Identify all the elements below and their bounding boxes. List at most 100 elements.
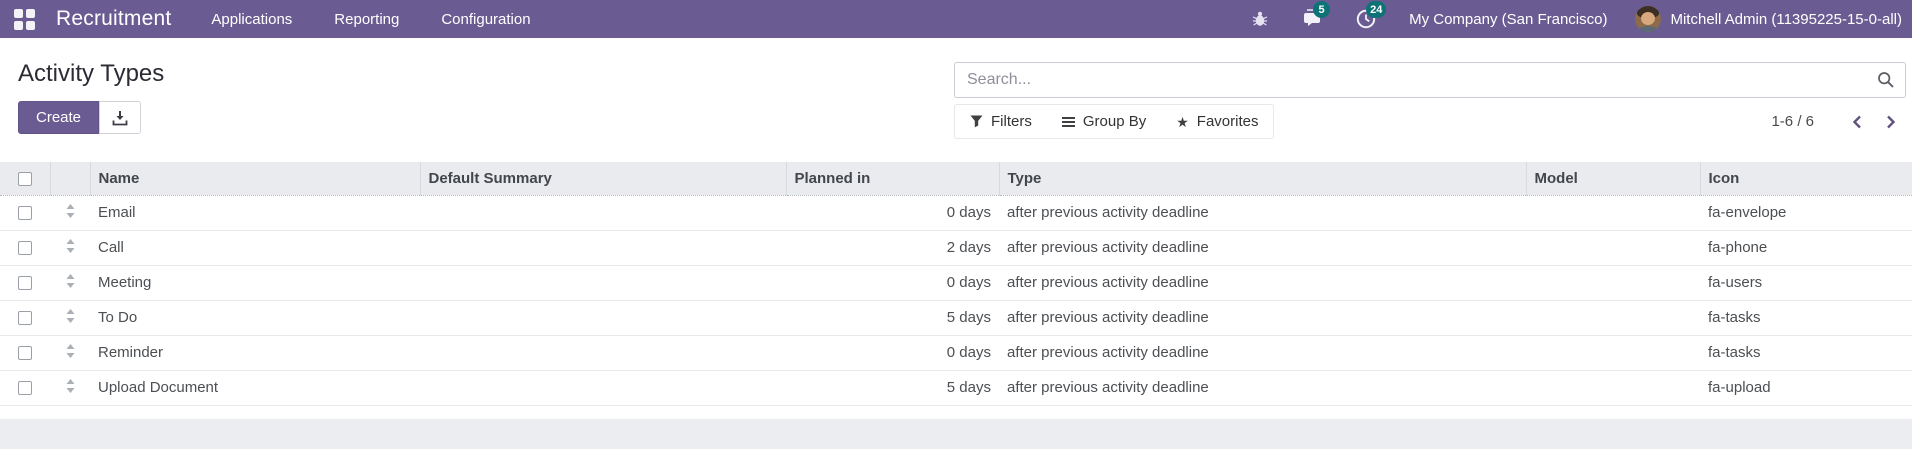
handle-column-header: [49, 162, 90, 196]
column-header-default-summary[interactable]: Default Summary: [419, 162, 786, 196]
cell-name[interactable]: Upload Document: [90, 370, 420, 406]
cell-model[interactable]: [1526, 370, 1700, 406]
cell-default-summary[interactable]: [420, 230, 786, 266]
menu-configuration[interactable]: Configuration: [441, 11, 530, 28]
search-icon[interactable]: [1877, 71, 1895, 89]
cell-type[interactable]: after previous activity deadline: [999, 335, 1526, 371]
pager: 1-6 / 6: [1771, 107, 1906, 137]
table-header-row: Name Default Summary Planned in Type Mod…: [0, 162, 1912, 196]
favorites-button[interactable]: ★ Favorites: [1161, 105, 1273, 138]
cell-name[interactable]: Meeting: [90, 265, 420, 301]
cell-icon[interactable]: fa-envelope: [1700, 195, 1912, 231]
drag-handle-icon[interactable]: [66, 203, 75, 218]
cell-name[interactable]: Email: [90, 195, 420, 231]
select-all-checkbox[interactable]: [17, 171, 32, 186]
column-header-name[interactable]: Name: [89, 162, 420, 196]
export-button[interactable]: [99, 101, 142, 134]
row-checkbox[interactable]: [18, 206, 32, 221]
cell-default-summary[interactable]: [420, 335, 786, 371]
apps-menu-icon[interactable]: [14, 8, 35, 30]
table-row[interactable]: Email 0 days after previous activity dea…: [0, 195, 1912, 231]
cell-model[interactable]: [1526, 230, 1700, 266]
search-input[interactable]: [967, 71, 1877, 89]
cell-name[interactable]: Call: [90, 230, 420, 266]
cell-planned-in[interactable]: 5 days: [786, 300, 999, 336]
filters-button[interactable]: Filters: [955, 105, 1047, 138]
row-checkbox[interactable]: [18, 276, 32, 291]
cell-planned-in[interactable]: 2 days: [786, 230, 999, 266]
cell-planned-in[interactable]: 0 days: [786, 195, 999, 231]
table-row[interactable]: Reminder 0 days after previous activity …: [0, 335, 1912, 371]
content-footer: [0, 418, 1912, 449]
table-row[interactable]: To Do 5 days after previous activity dea…: [0, 300, 1912, 336]
page-title: Activity Types: [18, 60, 165, 87]
cell-name[interactable]: To Do: [90, 300, 420, 336]
cell-icon[interactable]: fa-users: [1700, 265, 1912, 301]
pager-range: 1-6 / 6: [1771, 113, 1814, 130]
create-button[interactable]: Create: [18, 101, 100, 134]
cell-planned-in[interactable]: 5 days: [786, 370, 999, 406]
table-row[interactable]: Call 2 days after previous activity dead…: [0, 230, 1912, 266]
company-switcher[interactable]: My Company (San Francisco): [1409, 11, 1607, 28]
search-options: Filters Group By ★ Favorites: [954, 104, 1275, 139]
group-by-button[interactable]: Group By: [1047, 105, 1161, 138]
column-header-icon[interactable]: Icon: [1699, 162, 1912, 196]
cell-icon[interactable]: fa-tasks: [1700, 300, 1912, 336]
cell-default-summary[interactable]: [420, 265, 786, 301]
messages-count-badge: 5: [1313, 1, 1331, 18]
column-header-planned-in[interactable]: Planned in: [785, 162, 999, 196]
user-name: Mitchell Admin (11395225-15-0-all): [1670, 10, 1902, 28]
debug-bug-icon[interactable]: [1247, 6, 1273, 32]
table-row[interactable]: Upload Document 5 days after previous ac…: [0, 370, 1912, 406]
cell-icon[interactable]: fa-phone: [1700, 230, 1912, 266]
cell-model[interactable]: [1526, 300, 1700, 336]
pager-previous-button[interactable]: [1842, 107, 1872, 137]
search-bar[interactable]: [954, 62, 1906, 98]
app-name[interactable]: Recruitment: [56, 7, 171, 31]
cell-default-summary[interactable]: [420, 370, 786, 406]
cell-icon[interactable]: fa-upload: [1700, 370, 1912, 406]
cell-type[interactable]: after previous activity deadline: [999, 370, 1526, 406]
cell-model[interactable]: [1526, 265, 1700, 301]
content-spacer: [0, 405, 1912, 419]
cell-planned-in[interactable]: 0 days: [786, 265, 999, 301]
table-row[interactable]: Meeting 0 days after previous activity d…: [0, 265, 1912, 301]
cell-model[interactable]: [1526, 195, 1700, 231]
drag-handle-icon[interactable]: [66, 238, 75, 253]
cell-default-summary[interactable]: [420, 300, 786, 336]
row-checkbox[interactable]: [18, 311, 32, 326]
cell-type[interactable]: after previous activity deadline: [999, 265, 1526, 301]
drag-handle-icon[interactable]: [66, 308, 75, 323]
row-checkbox[interactable]: [18, 346, 32, 361]
drag-handle-icon[interactable]: [66, 378, 75, 393]
control-panel: Activity Types Create Search... Filters …: [0, 38, 1912, 145]
download-icon: [112, 110, 128, 125]
column-header-type[interactable]: Type: [998, 162, 1526, 196]
messages-icon[interactable]: 5: [1300, 1, 1331, 32]
user-menu[interactable]: Mitchell Admin (11395225-15-0-all): [1635, 6, 1902, 32]
activities-count-badge: 24: [1366, 1, 1387, 18]
menu-reporting[interactable]: Reporting: [334, 11, 399, 28]
favorites-star-icon: ★: [1176, 113, 1189, 130]
row-checkbox[interactable]: [18, 381, 32, 396]
drag-handle-icon[interactable]: [66, 343, 75, 358]
cell-name[interactable]: Reminder: [90, 335, 420, 371]
activity-types-table: Name Default Summary Planned in Type Mod…: [0, 162, 1912, 406]
drag-handle-icon[interactable]: [66, 273, 75, 288]
activities-clock-icon[interactable]: 24: [1353, 1, 1387, 32]
row-checkbox[interactable]: [18, 241, 32, 256]
cell-planned-in[interactable]: 0 days: [786, 335, 999, 371]
pager-next-button[interactable]: [1876, 107, 1906, 137]
chevron-left-icon: [1852, 115, 1861, 128]
column-header-model[interactable]: Model: [1525, 162, 1700, 196]
top-navbar: Recruitment Applications Reporting Confi…: [0, 0, 1912, 38]
cell-type[interactable]: after previous activity deadline: [999, 300, 1526, 336]
cell-type[interactable]: after previous activity deadline: [999, 195, 1526, 231]
group-by-icon: [1061, 116, 1075, 127]
filter-funnel-icon: [970, 115, 983, 128]
cell-icon[interactable]: fa-tasks: [1700, 335, 1912, 371]
cell-type[interactable]: after previous activity deadline: [999, 230, 1526, 266]
cell-default-summary[interactable]: [420, 195, 786, 231]
cell-model[interactable]: [1526, 335, 1700, 371]
menu-applications[interactable]: Applications: [211, 11, 292, 28]
